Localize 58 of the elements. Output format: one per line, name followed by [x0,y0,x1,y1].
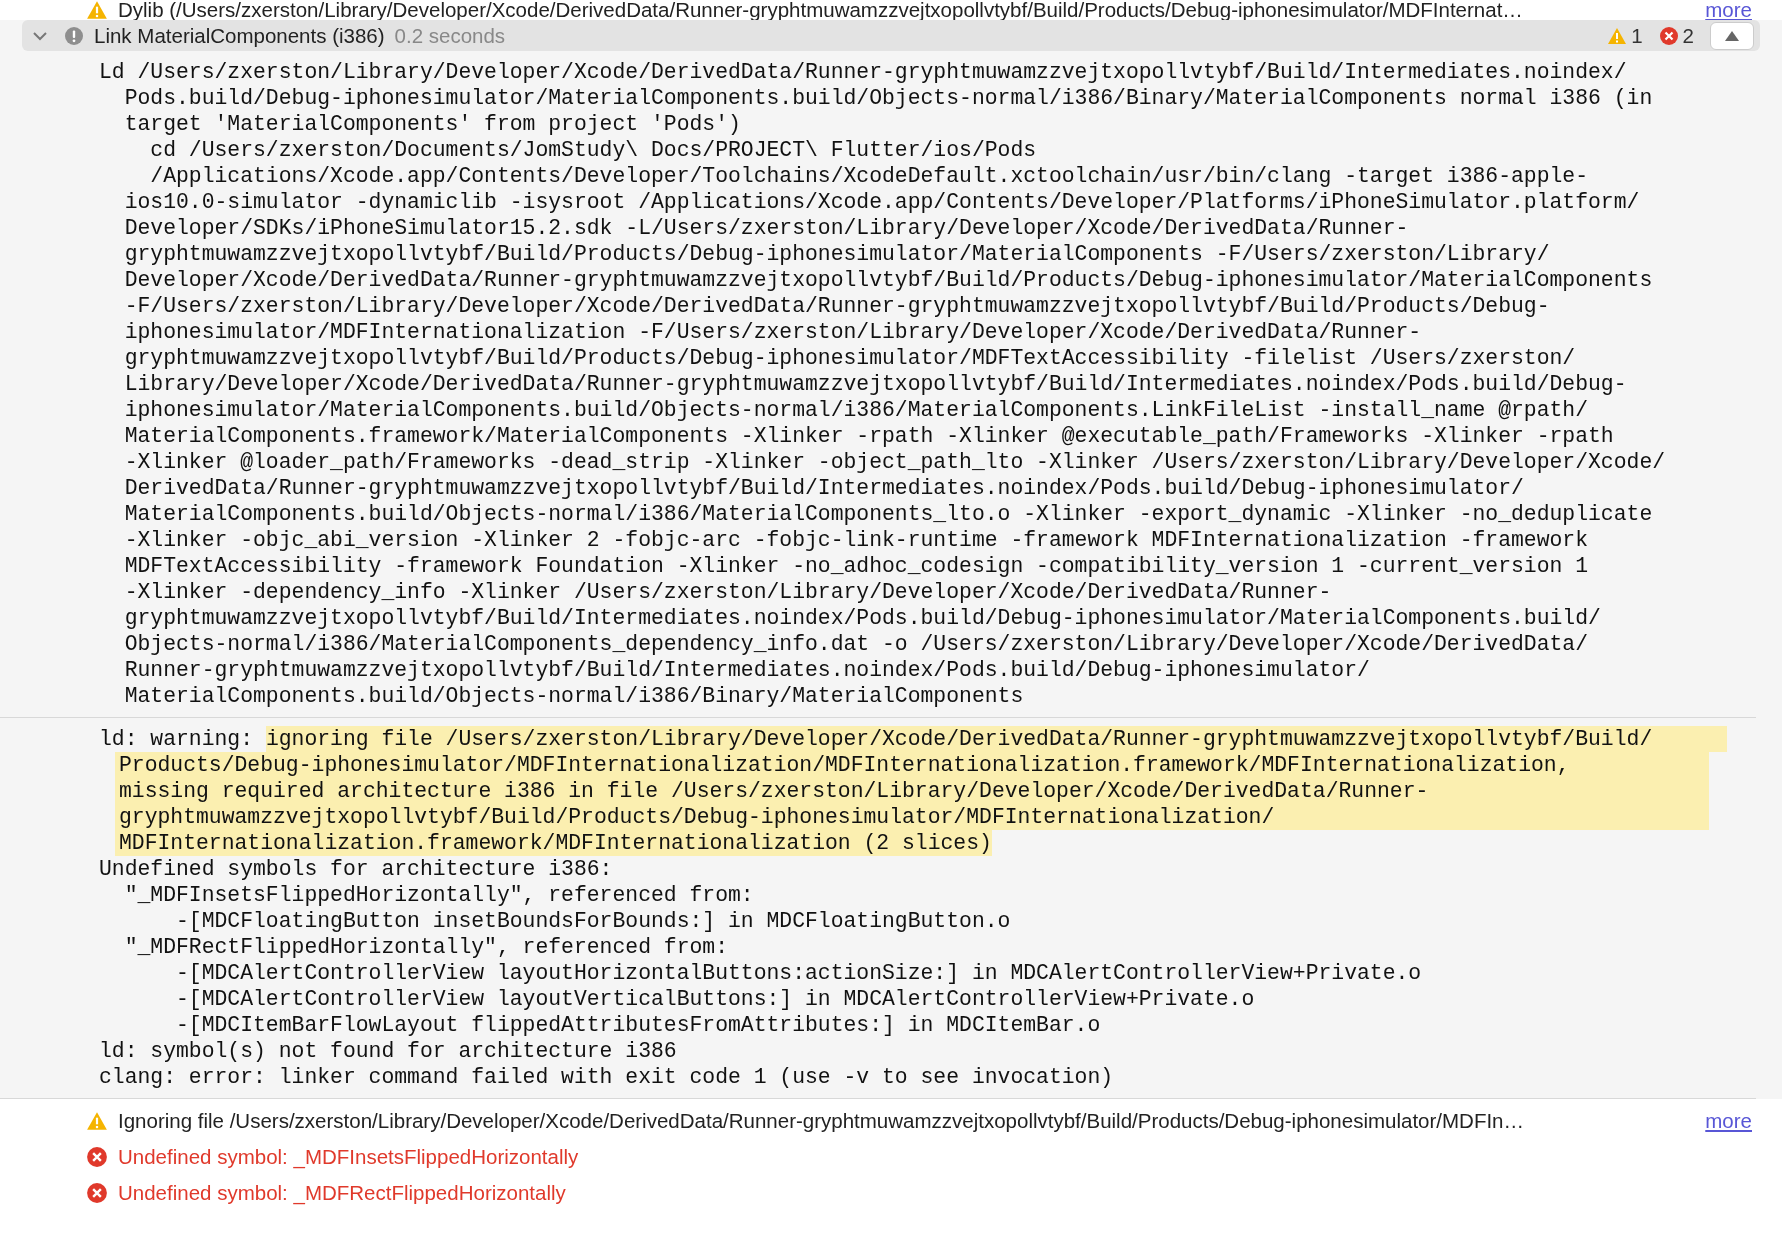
error-count: 2 [1682,23,1694,48]
log-line: cd /Users/zxerston/Documents/JomStudy\ Docs/PROJECT\ Flutter/ios/Pods [149,137,1038,163]
log-line: Library/Developer/Xcode/DerivedData/Runner-gryphtmuwamzzvejtxopollvtybf/Build/Intermediates.noindex/Pods.build/Debug- [123,371,1628,397]
log-line: -Xlinker -dependency_info -Xlinker /Users/zxerston/Library/Developer/Xcode/DerivedData/Runner- [123,579,1333,605]
alert-icon [64,25,84,46]
scroll-up-button[interactable] [1710,21,1754,50]
log-text: ld: warning: [99,726,255,752]
highlighted-text: MDFInternationalization.framework/MDFInternationalization (2 slices) [115,830,992,856]
log-line: /Applications/Xcode.app/Contents/Developer/Toolchains/XcodeDefault.xctoolchain/usr/bin/clang -target i386-apple- [149,163,1590,189]
log-line: Developer/SDKs/iPhoneSimulator15.2.sdk -L/Users/zxerston/Library/Developer/Xcode/DerivedData/Runner- [123,215,1410,241]
issue-message[interactable]: Undefined symbol: _MDFInsetsFlippedHorizontally [118,1145,1752,1169]
step-title: Link MaterialComponents (i386) [94,23,385,48]
log-line: Pods.build/Debug-iphonesimulator/MaterialComponents.build/Objects-normal/i386/Binary/MaterialComponents normal i386 (in [123,85,1654,111]
log-line: iphonesimulator/MaterialComponents.build/Objects-normal/i386/MaterialComponents.LinkFileList -install_name @rpath/ [123,397,1590,423]
warning-count: 1 [1631,23,1643,48]
log-text: "_MDFRectFlippedHorizontally", referenced from: [123,934,728,960]
log-line: MaterialComponents.build/Objects-normal/i386/MaterialComponents_lto.o -Xlinker -export_dynamic -Xlinker -no_deduplicate [123,501,1654,527]
log-line: MaterialComponents.build/Objects-normal/i386/Binary/MaterialComponents [123,683,1025,709]
log-text: -[MDCItemBarFlowLayout flippedAttributesFromAttributes:] in MDCItemBar.o [175,1012,1101,1038]
log-line: iphonesimulator/MDFInternationalization -F/Users/zxerston/Library/Developer/Xcode/DerivedData/Runner- [123,319,1423,345]
log-line: MaterialComponents.framework/MaterialComponents -Xlinker -rpath -Xlinker @executable_path/Frameworks -Xlinker -rpath [123,423,1615,449]
triangle-icon [1725,30,1739,41]
issue-message[interactable]: Ignoring file /Users/zxerston/Library/Developer/Xcode/DerivedData/Runner-gryphtmuwamzzvejtxopollvtybf/Build/Products/Debug-iphonesimulator/MDFIn… [118,1109,1696,1133]
issue-message[interactable]: Undefined symbol: _MDFRectFlippedHorizontally [118,1181,1752,1205]
log-text: "_MDFInsetsFlippedHorizontally", referenced from: [123,882,754,908]
log-text: -[MDCFloatingButton insetBoundsForBounds:] in MDCFloatingButton.o [175,908,1011,934]
log-text: ld: symbol(s) not found for architecture i386 [99,1038,677,1064]
more-link[interactable]: more [1705,1109,1752,1133]
chevron-icon[interactable] [32,30,48,41]
highlighted-text: gryphtmuwamzzvejtxopollvtybf/Build/Products/Debug-iphonesimulator/MDFInternationalization/ [115,804,1709,830]
highlighted-text: ignoring file /Users/zxerston/Library/Developer/Xcode/DerivedData/Runner-gryphtmuwamzzvejtxopollvtybf/Build/ [265,726,1727,752]
highlighted-text: missing required architecture i386 in file /Users/zxerston/Library/Developer/Xcode/DerivedData/Runner- [115,778,1709,804]
log-line: MDFTextAccessibility -framework Foundation -Xlinker -no_adhoc_codesign -compatibility_version 1 -current_version 1 [123,553,1590,579]
log-line: -Xlinker @loader_path/Frameworks -dead_strip -Xlinker -object_path_lto -Xlinker /Users/zxerston/Library/Developer/Xcode/ [123,449,1667,475]
log-line: target 'MaterialComponents' from project 'Pods') [123,111,742,137]
error-icon [86,1146,108,1168]
log-line: -F/Users/zxerston/Library/Developer/Xcode/DerivedData/Runner-gryphtmuwamzzvejtxopollvtybf/Build/Products/Debug- [123,293,1551,319]
log-line: Runner-gryphtmuwamzzvejtxopollvtybf/Build/Intermediates.noindex/Pods.build/Debug-iphonesimulator/ [123,657,1371,683]
error-icon [1658,25,1679,46]
log-line: gryphtmuwamzzvejtxopollvtybf/Build/Intermediates.noindex/Pods.build/Debug-iphonesimulator/MaterialComponents.build/ [123,605,1602,631]
log-text: clang: error: linker command failed with exit code 1 (use -v to see invocation) [99,1064,1114,1090]
log-line: gryphtmuwamzzvejtxopollvtybf/Build/Products/Debug-iphonesimulator/MDFTextAccessibility -filelist /Users/zxerston/ [123,345,1577,371]
warning-icon [86,1110,108,1132]
log-line: Ld /Users/zxerston/Library/Developer/Xcode/DerivedData/Runner-gryphtmuwamzzvejtxopollvtybf/Build/Intermediates.noindex/ [99,59,1628,85]
step-duration: 0.2 seconds [394,23,506,48]
log-line: -Xlinker -objc_abi_version -Xlinker 2 -fobjc-arc -fobjc-link-runtime -framework MDFInternationalization -framework [123,527,1590,553]
log-text: Undefined symbols for architecture i386: [99,856,613,882]
log-line: Objects-normal/i386/MaterialComponents_dependency_info.dat -o /Users/zxerston/Library/Developer/Xcode/DerivedData/ [123,631,1590,657]
log-line: Developer/Xcode/DerivedData/Runner-gryphtmuwamzzvejtxopollvtybf/Build/Products/Debug-iphonesimulator/MaterialComponents [123,267,1654,293]
log-line: ios10.0-simulator -dynamiclib -isysroot /Applications/Xcode.app/Contents/Developer/Platforms/iPhoneSimulator.platform/ [123,189,1641,215]
step-header[interactable]: Link MaterialComponents (i386) 0.2 seconds 1 2 [22,20,1760,51]
log-line: gryphtmuwamzzvejtxopollvtybf/Build/Products/Debug-iphonesimulator/MaterialComponents -F/Users/zxerston/Library/ [123,241,1551,267]
log-text: -[MDCAlertControllerView layoutVerticalButtons:] in MDCAlertControllerView+Private.o [175,986,1255,1012]
more-link[interactable]: more [1705,0,1752,20]
log-text: -[MDCAlertControllerView layoutHorizontalButtons:actionSize:] in MDCAlertControllerView+Private.o [175,960,1422,986]
error-icon [86,1182,108,1204]
log-line: DerivedData/Runner-gryphtmuwamzzvejtxopollvtybf/Build/Intermediates.noindex/Pods.build/Debug-iphonesimulator/ [123,475,1525,501]
highlighted-text: Products/Debug-iphonesimulator/MDFInternationalization/MDFInternationalization.framework/MDFInternationalization, [115,752,1709,778]
